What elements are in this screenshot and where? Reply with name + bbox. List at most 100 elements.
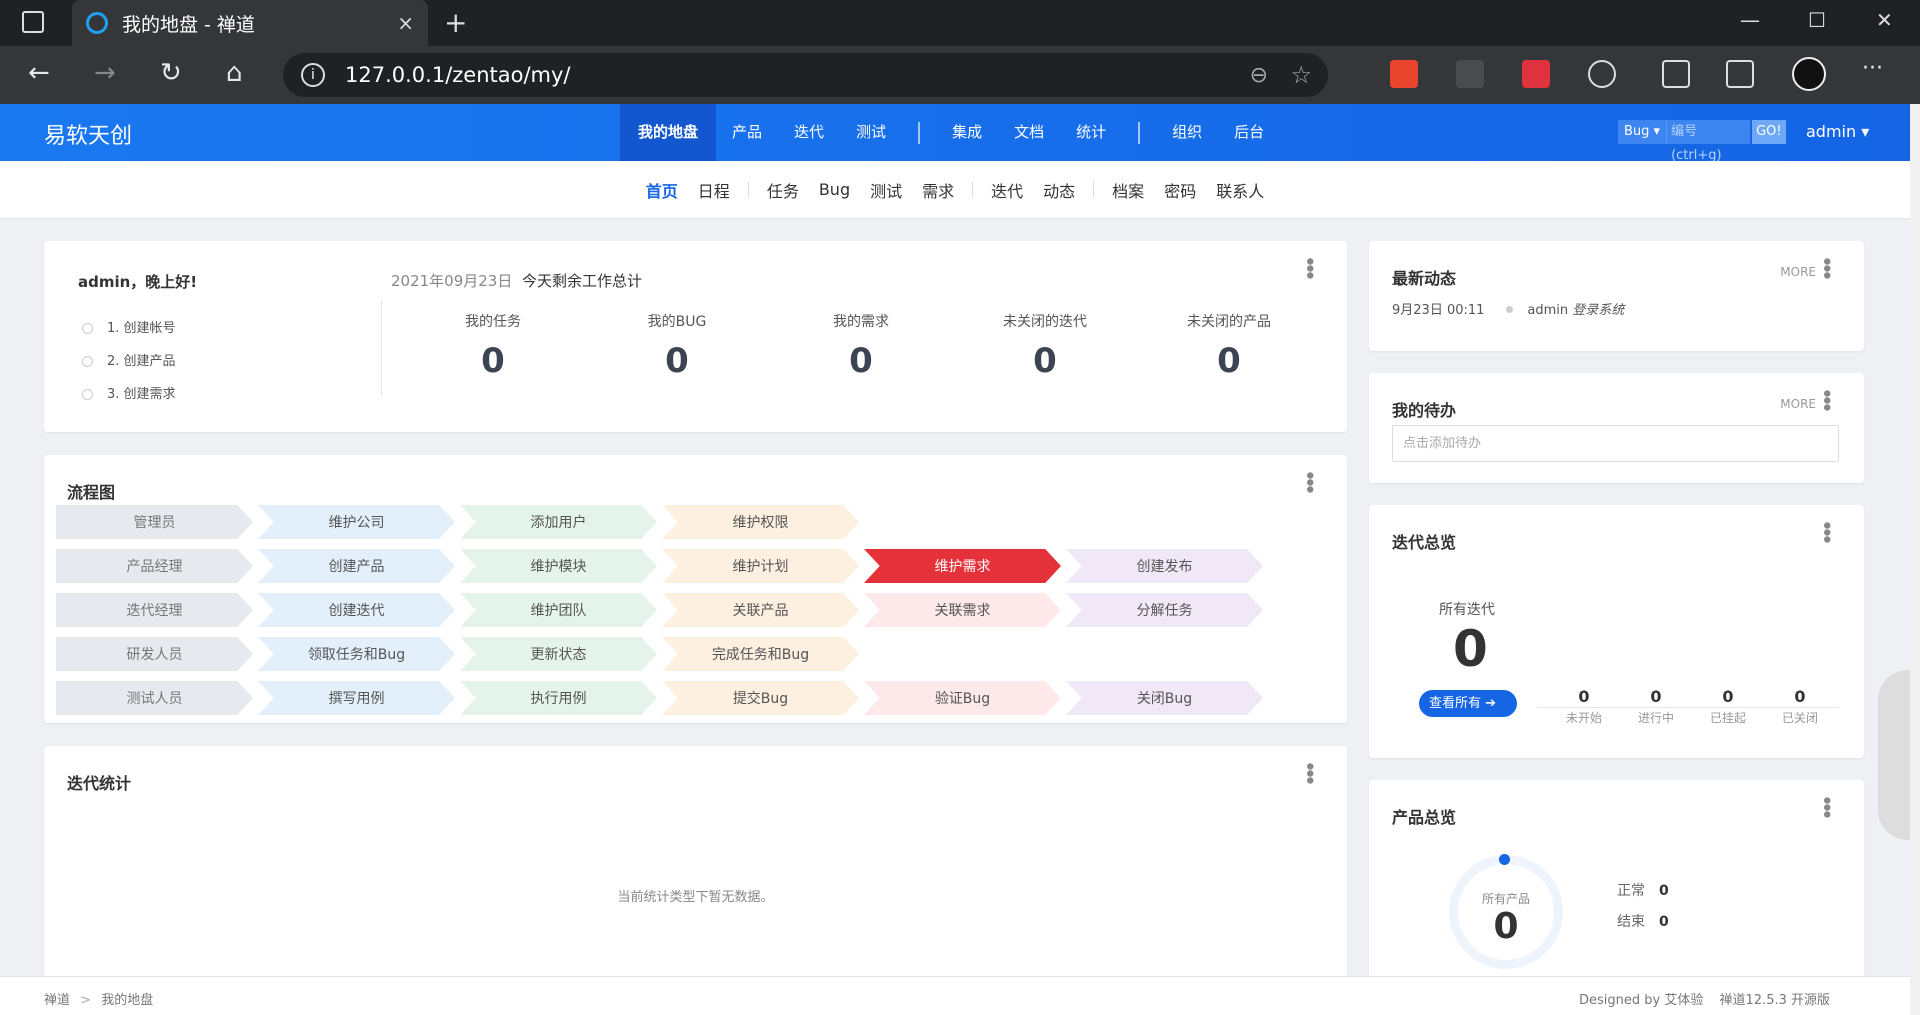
nav-report[interactable]: 统计: [1060, 104, 1122, 161]
add-todo-input[interactable]: 点击添加待办: [1392, 425, 1839, 462]
panel-menu-icon[interactable]: •••: [1813, 794, 1838, 815]
extension-red-icon[interactable]: [1522, 60, 1550, 88]
guide-step[interactable]: 3. 创建需求: [82, 383, 176, 402]
stat-label: 未关闭的迭代: [1003, 314, 1087, 330]
home-icon[interactable]: ⌂: [226, 58, 243, 88]
subnav-task[interactable]: 任务: [757, 178, 809, 202]
reload-icon[interactable]: ↻: [160, 58, 182, 88]
extension-dark-icon[interactable]: [1456, 60, 1484, 88]
view-all-button[interactable]: 查看所有 ➔: [1419, 690, 1517, 717]
flow-step[interactable]: 关闭Bug: [1066, 681, 1263, 715]
tab-close-icon[interactable]: ×: [397, 11, 414, 35]
panel-menu-icon[interactable]: •••: [1813, 255, 1838, 276]
search-input[interactable]: 编号(ctrl+g): [1666, 120, 1751, 163]
guide-step[interactable]: 2. 创建产品: [82, 350, 176, 369]
flow-step[interactable]: 执行用例: [460, 681, 657, 715]
close-window-icon[interactable]: ✕: [1876, 8, 1893, 32]
guide-step[interactable]: 1. 创建帐号: [82, 317, 176, 336]
nav-company[interactable]: 组织: [1156, 104, 1218, 161]
subnav-profile[interactable]: 档案: [1102, 178, 1154, 202]
flow-step[interactable]: 更新状态: [460, 637, 657, 671]
flow-step[interactable]: 维护公司: [258, 505, 455, 539]
search-go-button[interactable]: GO!: [1752, 120, 1786, 144]
stat-my-stories[interactable]: 我的需求 0: [786, 311, 936, 381]
more-link[interactable]: MORE: [1780, 397, 1816, 411]
panel-menu-icon[interactable]: •••: [1296, 255, 1321, 276]
flow-step[interactable]: 提交Bug: [662, 681, 859, 715]
collections-icon[interactable]: [1726, 60, 1754, 88]
subnav-dynamic[interactable]: 动态: [1033, 178, 1085, 202]
stat-open-products[interactable]: 未关闭的产品 0: [1154, 311, 1304, 381]
designed-by[interactable]: Designed by 艾体验: [1579, 993, 1703, 1008]
stat-my-bugs[interactable]: 我的BUG 0: [602, 311, 752, 381]
flow-step[interactable]: 关联产品: [662, 593, 859, 627]
minimize-icon[interactable]: —: [1740, 8, 1760, 32]
user-menu[interactable]: admin ▾: [1806, 122, 1869, 141]
panel-menu-icon[interactable]: •••: [1813, 387, 1838, 408]
site-info-icon[interactable]: i: [301, 63, 325, 87]
stat-open-iterations[interactable]: 未关闭的迭代 0: [970, 311, 1120, 381]
flow-step[interactable]: 关联需求: [864, 593, 1061, 627]
stat-value: 0: [849, 341, 873, 381]
subnav-test[interactable]: 测试: [860, 178, 912, 202]
nav-test[interactable]: 测试: [840, 104, 902, 161]
favorite-star-icon[interactable]: ☆: [1290, 61, 1312, 89]
brand-logo[interactable]: 易软天创: [44, 118, 132, 150]
nav-my[interactable]: 我的地盘: [620, 104, 717, 161]
tab-actions-icon[interactable]: [22, 11, 44, 33]
flow-step-highlighted[interactable]: 维护需求: [864, 549, 1061, 583]
nav-ci[interactable]: 集成: [936, 104, 998, 161]
search-type-select[interactable]: Bug ▾: [1618, 120, 1667, 144]
new-tab-icon[interactable]: +: [444, 6, 467, 39]
flow-step[interactable]: 完成任务和Bug: [662, 637, 859, 671]
panel-menu-icon[interactable]: •••: [1296, 760, 1321, 781]
subnav-iteration[interactable]: 迭代: [981, 178, 1033, 202]
favorites-icon[interactable]: [1662, 60, 1690, 88]
dynamic-user: admin: [1527, 303, 1569, 318]
more-link[interactable]: MORE: [1780, 265, 1816, 279]
breadcrumb: 禅道 > 我的地盘: [44, 989, 153, 1008]
subnav-contacts[interactable]: 联系人: [1206, 178, 1274, 202]
flow-step[interactable]: 领取任务和Bug: [258, 637, 455, 671]
flow-step[interactable]: 撰写用例: [258, 681, 455, 715]
flow-step[interactable]: 创建迭代: [258, 593, 455, 627]
nav-admin[interactable]: 后台: [1218, 104, 1280, 161]
stat-my-tasks[interactable]: 我的任务 0: [418, 311, 568, 381]
flow-step[interactable]: 维护模块: [460, 549, 657, 583]
flow-step[interactable]: 验证Bug: [864, 681, 1061, 715]
version[interactable]: 禅道12.5.3 开源版: [1720, 993, 1830, 1008]
flow-step[interactable]: 添加用户: [460, 505, 657, 539]
flow-step[interactable]: 维护团队: [460, 593, 657, 627]
breadcrumb-root[interactable]: 禅道: [44, 993, 70, 1008]
flow-step[interactable]: 创建产品: [258, 549, 455, 583]
back-icon[interactable]: ←: [28, 58, 50, 88]
flow-step[interactable]: 维护计划: [662, 549, 859, 583]
flow-step[interactable]: 分解任务: [1066, 593, 1263, 627]
subnav-password[interactable]: 密码: [1154, 178, 1206, 202]
panel-menu-icon[interactable]: •••: [1296, 469, 1321, 490]
extension-c-icon[interactable]: [1390, 60, 1418, 88]
nav-doc[interactable]: 文档: [998, 104, 1060, 161]
browser-menu-icon[interactable]: ···: [1862, 56, 1883, 81]
stat-value: 0: [1794, 687, 1806, 706]
panel-menu-icon[interactable]: •••: [1813, 519, 1838, 540]
profile-avatar[interactable]: [1792, 57, 1826, 91]
flow-step[interactable]: 维护权限: [662, 505, 859, 539]
subnav-calendar[interactable]: 日程: [688, 178, 740, 202]
forward-icon[interactable]: →: [94, 58, 116, 88]
page-scrollbar[interactable]: [1910, 104, 1920, 1015]
browser-tab[interactable]: 我的地盘 - 禅道 ×: [72, 0, 428, 46]
subnav-story[interactable]: 需求: [912, 178, 964, 202]
nav-iteration[interactable]: 迭代: [778, 104, 840, 161]
url-input[interactable]: i 127.0.0.1/zentao/my/ ⊖ ☆: [283, 53, 1328, 97]
nav-product[interactable]: 产品: [716, 104, 778, 161]
zoom-icon[interactable]: ⊖: [1250, 63, 1268, 88]
dynamic-entry[interactable]: 9月23日 00:11 admin 登录系统: [1392, 299, 1624, 318]
flow-step[interactable]: 创建发布: [1066, 549, 1263, 583]
maximize-icon[interactable]: ☐: [1808, 8, 1826, 32]
extensions-puzzle-icon[interactable]: [1588, 60, 1616, 88]
panel-title: 迭代总览: [1392, 533, 1457, 552]
subnav-home[interactable]: 首页: [636, 178, 688, 202]
subnav-bug[interactable]: Bug: [809, 180, 860, 199]
footer-credits: Designed by 艾体验 禅道12.5.3 开源版: [1579, 989, 1830, 1008]
